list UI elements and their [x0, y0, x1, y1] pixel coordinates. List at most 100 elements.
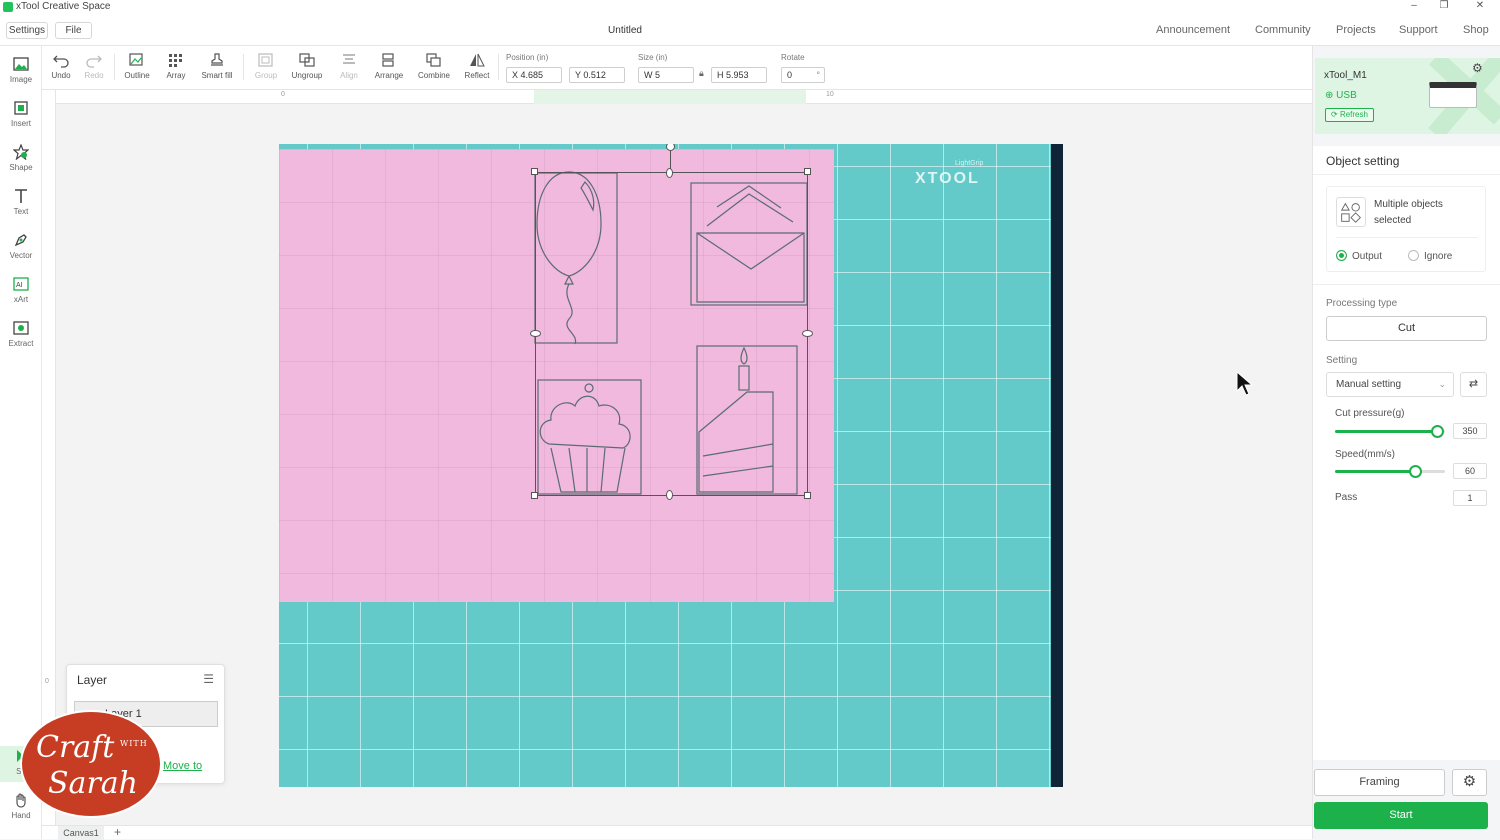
- undo-button[interactable]: Undo: [48, 52, 74, 80]
- array-button[interactable]: Array: [163, 52, 189, 80]
- selection-bounding-box[interactable]: [535, 172, 808, 496]
- device-card[interactable]: xTool_M1 ⊕ USB ⟳ Refresh ⚙: [1315, 58, 1500, 134]
- logo-text-craft: Craft: [36, 730, 115, 765]
- resize-handle-left[interactable]: [530, 330, 541, 337]
- cutting-mat-image: LightGrip XTOOL: [279, 144, 1063, 787]
- nav-announcement[interactable]: Announcement: [1156, 24, 1230, 36]
- output-label: Output: [1352, 251, 1383, 262]
- rotate-value: 0: [787, 70, 793, 80]
- nav-support[interactable]: Support: [1399, 24, 1438, 36]
- cut-pressure-input[interactable]: 350: [1453, 423, 1487, 439]
- insert-tool[interactable]: Insert: [0, 100, 42, 128]
- group-button[interactable]: Group: [252, 52, 280, 80]
- xart-tool[interactable]: AI xArt: [0, 276, 42, 304]
- pass-label: Pass: [1335, 492, 1358, 503]
- shape-tool-label: Shape: [9, 163, 33, 172]
- align-icon: [343, 54, 355, 64]
- craft-with-sarah-logo: Craft WITH Sarah: [20, 710, 162, 818]
- device-name: xTool_M1: [1324, 70, 1367, 81]
- group-label: Group: [254, 71, 278, 80]
- resize-handle-top-right[interactable]: [804, 168, 811, 175]
- undo-icon: [53, 55, 69, 68]
- processing-type-cut-button[interactable]: Cut: [1326, 316, 1487, 341]
- redo-button[interactable]: Redo: [81, 52, 107, 80]
- selection-info-text: Multiple objects selected: [1374, 199, 1443, 226]
- hand-icon: [16, 793, 26, 808]
- resize-handle-top-left[interactable]: [531, 168, 538, 175]
- canvas-tab[interactable]: Canvas1: [58, 826, 104, 840]
- combine-button[interactable]: Combine: [415, 52, 453, 80]
- cut-pressure-label: Cut pressure(g): [1335, 408, 1405, 419]
- setting-label: Setting: [1326, 355, 1358, 366]
- gear-icon: ⚙: [1462, 773, 1477, 790]
- restore-button[interactable]: ❐: [1434, 0, 1454, 11]
- nav-projects[interactable]: Projects: [1336, 24, 1376, 36]
- move-to-link[interactable]: Move to: [163, 760, 202, 772]
- shape-tool[interactable]: Shape: [0, 144, 42, 172]
- resize-handle-top[interactable]: [666, 168, 673, 178]
- height-field[interactable]: H 5.953: [711, 67, 767, 83]
- pass-input[interactable]: 1: [1453, 490, 1487, 506]
- ruler-tick-label: 0: [45, 678, 49, 685]
- ungroup-button[interactable]: Ungroup: [289, 52, 325, 80]
- text-tool[interactable]: Text: [0, 188, 42, 216]
- speed-thumb[interactable]: [1409, 465, 1423, 478]
- arrange-button[interactable]: Arrange: [372, 52, 406, 80]
- canvas-tab-bar: Canvas1 +: [42, 825, 1312, 840]
- width-field[interactable]: W 5: [638, 67, 694, 83]
- xtool-m1-device-image: [1429, 82, 1477, 108]
- position-y-field[interactable]: Y 0.512: [569, 67, 625, 83]
- design-canvas[interactable]: LightGrip XTOOL: [56, 104, 1312, 825]
- position-x-field[interactable]: X 4.685: [506, 67, 562, 83]
- lock-icon[interactable]: 🔒︎: [699, 68, 704, 79]
- insert-tool-label: Insert: [10, 119, 31, 128]
- resize-handle-bottom-left[interactable]: [531, 492, 538, 499]
- vertical-ruler: 0: [42, 90, 56, 825]
- ignore-radio[interactable]: Ignore: [1408, 250, 1452, 262]
- size-label: Size (in): [638, 53, 668, 62]
- material-library-button[interactable]: ⇄: [1460, 372, 1487, 397]
- rotate-field[interactable]: 0 °: [781, 67, 825, 83]
- framing-button[interactable]: Framing: [1314, 769, 1445, 796]
- speed-slider[interactable]: [1335, 465, 1445, 478]
- start-button[interactable]: Start: [1314, 802, 1488, 829]
- extract-icon: [13, 321, 29, 335]
- device-settings-gear-icon[interactable]: ⚙: [1472, 61, 1483, 75]
- reflect-label: Reflect: [464, 71, 490, 80]
- device-connection-label: USB: [1336, 90, 1357, 101]
- setting-select[interactable]: Manual setting ⌄: [1326, 372, 1454, 397]
- arrange-label: Arrange: [374, 71, 404, 80]
- redo-label: Redo: [84, 71, 104, 80]
- divider: [1313, 174, 1500, 175]
- reflect-button[interactable]: Reflect: [462, 52, 492, 80]
- settings-gear-button[interactable]: ⚙: [1452, 769, 1487, 796]
- add-canvas-button[interactable]: +: [114, 825, 121, 839]
- ignore-label: Ignore: [1424, 251, 1453, 262]
- title-bar: xTool Creative Space – ❐ ✕: [0, 0, 1500, 14]
- output-radio[interactable]: Output: [1336, 250, 1382, 262]
- cut-pressure-thumb[interactable]: [1431, 425, 1445, 438]
- extract-tool[interactable]: Extract: [0, 320, 42, 348]
- align-label: Align: [340, 71, 358, 80]
- resize-handle-bottom-right[interactable]: [804, 492, 811, 499]
- outline-button[interactable]: Outline: [122, 52, 152, 80]
- image-tool[interactable]: Image: [0, 56, 42, 84]
- cut-pressure-fill: [1335, 430, 1438, 433]
- smart-fill-label: Smart fill: [201, 71, 233, 80]
- cut-pressure-slider[interactable]: [1335, 425, 1445, 438]
- radio-unchecked-icon: [1408, 250, 1419, 261]
- resize-handle-right[interactable]: [802, 330, 813, 337]
- resize-handle-bottom[interactable]: [666, 490, 673, 500]
- smart-fill-button[interactable]: Smart fill: [199, 52, 235, 80]
- app-title: xTool Creative Space: [16, 1, 111, 12]
- align-button[interactable]: Align: [336, 52, 362, 80]
- undo-label: Undo: [51, 71, 71, 80]
- refresh-button[interactable]: ⟳ Refresh: [1325, 108, 1374, 122]
- layer-settings-icon[interactable]: ☰: [203, 672, 214, 686]
- vector-tool[interactable]: Vector: [0, 232, 42, 260]
- speed-input[interactable]: 60: [1453, 463, 1487, 479]
- nav-community[interactable]: Community: [1255, 24, 1311, 36]
- minimize-button[interactable]: –: [1404, 0, 1424, 11]
- nav-shop[interactable]: Shop: [1463, 24, 1489, 36]
- close-button[interactable]: ✕: [1470, 0, 1490, 11]
